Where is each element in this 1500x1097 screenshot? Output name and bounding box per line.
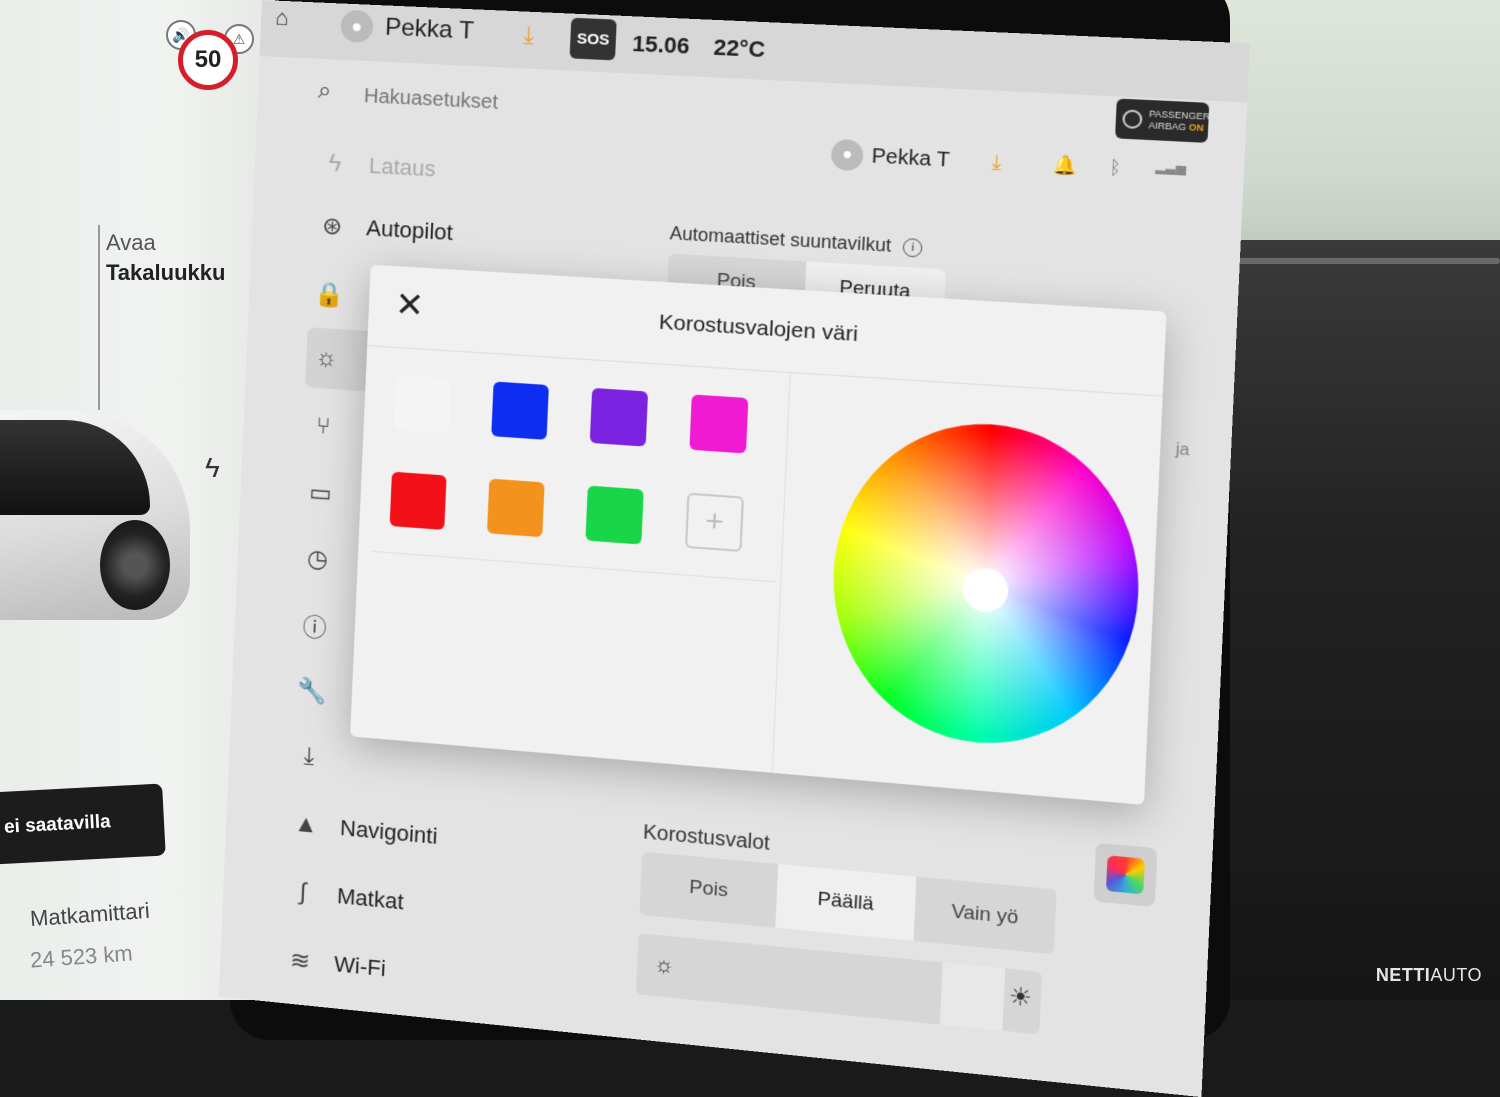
sos-button[interactable]: SOS: [570, 18, 617, 61]
multicolor-swatch-icon: [1106, 855, 1145, 894]
search-input[interactable]: [361, 79, 705, 130]
color-wheel-picker[interactable]: [827, 414, 1146, 755]
color-swatch-blue[interactable]: [491, 381, 549, 439]
accent-brightness-slider[interactable]: ☼ ☀: [636, 933, 1042, 1034]
add-color-button[interactable]: +: [685, 493, 744, 552]
airbag-icon: [1122, 109, 1143, 129]
door-icon[interactable]: ⌂: [275, 5, 289, 32]
seat-icon: ⑂: [303, 411, 344, 442]
notification-bell-icon[interactable]: 🔔: [1052, 154, 1077, 177]
menu-item-software[interactable]: ⤓: [288, 725, 361, 791]
setting-hint-text: ja: [1175, 441, 1190, 461]
software-download-icon[interactable]: ⤓: [991, 151, 1002, 175]
menu-item-label: Wi-Fi: [334, 951, 387, 982]
bluetooth-icon[interactable]: ᛒ: [1109, 157, 1122, 180]
charging-status-badge: ei saatavilla: [0, 783, 166, 864]
profile-avatar-icon[interactable]: ●: [831, 139, 864, 172]
passenger-airbag-indicator: PASSENGER AIRBAG ON: [1115, 98, 1209, 142]
auto-turn-signals-text: Automaattiset suuntavilkut: [669, 223, 892, 256]
menu-item-label: Matkat: [337, 883, 405, 915]
clock: 15.06: [632, 31, 690, 60]
download-icon[interactable]: ⤓: [523, 22, 535, 51]
navigation-icon: ▲: [285, 809, 326, 841]
dialog-divider: [772, 372, 791, 773]
steering-wheel-icon: ⊛: [311, 211, 352, 242]
odometer-value: 24 523 km: [29, 940, 133, 973]
brightness-high-icon: ☀: [1008, 981, 1033, 1013]
menu-item-label: Autopilot: [366, 215, 454, 246]
car-wheel: [100, 520, 170, 610]
profile-name[interactable]: Pekka T: [871, 145, 950, 173]
trunk-label-target: Takaluukku: [106, 258, 225, 288]
status-user-name[interactable]: Pekka T: [385, 13, 475, 45]
watermark-thin: AUTO: [1430, 965, 1482, 985]
lights-settings-content: Automaattiset suuntavilkut i Pois Peruut…: [670, 223, 1207, 253]
slider-handle[interactable]: [940, 962, 1005, 1030]
color-swatch-green[interactable]: [585, 486, 643, 545]
accent-lights-label: Korostusvalot: [643, 821, 771, 856]
charge-port-icon[interactable]: ϟ: [205, 452, 220, 484]
user-avatar-icon[interactable]: ●: [340, 10, 374, 44]
accent-color-dialog: ✕ Korostusvalojen väri +: [350, 265, 1166, 805]
settings-screen: ⌂ ● Pekka T ⤓ SOS 15.06 22°C PASSENGER A…: [219, 0, 1250, 1097]
outside-temperature: 22°C: [713, 34, 766, 63]
bolt-icon: ϟ: [314, 149, 355, 179]
brightness-low-icon: ☼: [653, 951, 675, 980]
auto-turn-signals-label: Automaattiset suuntavilkut i: [669, 223, 923, 259]
color-swatch-purple[interactable]: [590, 388, 648, 447]
display-icon: ▭: [300, 477, 341, 509]
open-trunk-button[interactable]: Avaa Takaluukku: [106, 228, 225, 288]
accent-option-off[interactable]: Pois: [639, 852, 778, 928]
menu-item-autopilot[interactable]: ⊛ Autopilot: [311, 195, 567, 270]
wifi-icon: ≋: [280, 944, 321, 977]
accent-option-night-only[interactable]: Vain yö: [913, 877, 1056, 955]
color-swatch-orange[interactable]: [487, 479, 545, 538]
trips-icon: ∫: [283, 877, 324, 909]
dialog-title: Korostusvalojen väri: [368, 293, 1165, 366]
lte-signal-icon: ▂▃▅: [1155, 159, 1186, 175]
watermark-bold: NETTI: [1376, 965, 1431, 985]
dashboard-trim: [1230, 258, 1500, 264]
menu-item-charging[interactable]: ϟ Lataus: [314, 133, 570, 207]
download-icon: ⤓: [288, 741, 329, 773]
accent-option-on[interactable]: Päällä: [775, 864, 916, 941]
sun-icon: ☼: [306, 343, 347, 374]
odometer-label: Matkamittari: [29, 898, 150, 932]
info-icon[interactable]: i: [903, 238, 923, 258]
alert-icon: ⓘ: [294, 606, 336, 644]
speed-limit-sign: 50: [178, 30, 238, 90]
schedule-icon: ◷: [297, 543, 338, 575]
color-swatch-white[interactable]: [394, 375, 451, 433]
accent-color-button[interactable]: [1093, 843, 1157, 907]
trunk-indicator-line: [98, 225, 100, 410]
airbag-state: ON: [1189, 122, 1204, 133]
airbag-label-line2: AIRBAG: [1148, 120, 1186, 132]
color-swatch-magenta[interactable]: [689, 394, 748, 453]
trunk-label-action: Avaa: [106, 228, 225, 258]
color-palette: +: [387, 375, 767, 615]
watermark-logo: NETTIAUTO: [1376, 965, 1482, 986]
lock-icon: 🔒: [309, 279, 350, 311]
menu-item-label: Lataus: [368, 153, 436, 183]
menu-item-label: Navigointi: [339, 815, 438, 850]
color-swatch-red[interactable]: [390, 472, 447, 530]
search-icon[interactable]: ⌕: [317, 77, 332, 106]
wrench-icon: 🔧: [291, 675, 332, 707]
